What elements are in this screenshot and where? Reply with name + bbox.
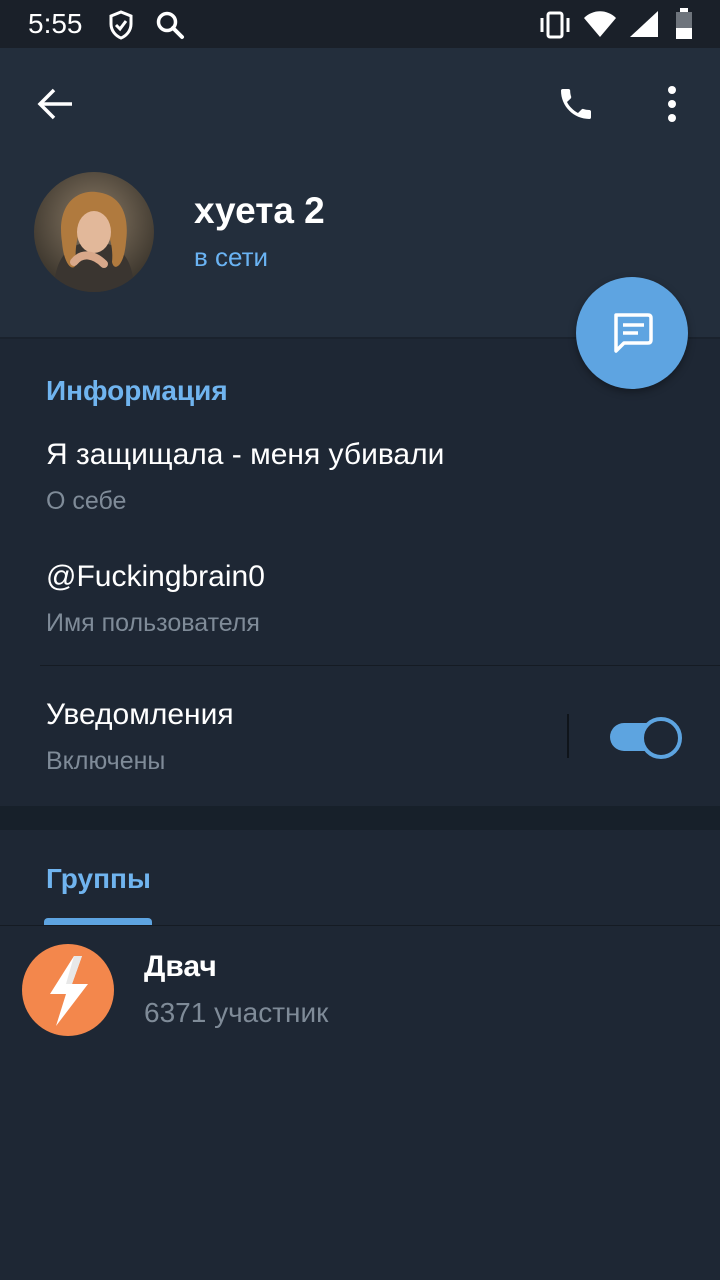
bio-label: О себе xyxy=(46,487,127,515)
divider xyxy=(40,665,720,666)
status-bar: 5:55 xyxy=(0,0,720,48)
avatar[interactable] xyxy=(34,172,154,292)
tab-groups[interactable]: Группы xyxy=(46,863,151,895)
lightning-icon xyxy=(50,956,88,1026)
search-icon xyxy=(156,11,184,39)
vibrate-icon xyxy=(540,11,570,39)
username-label: Имя пользователя xyxy=(46,609,260,637)
group-members: 6371 участник xyxy=(144,997,329,1028)
status-time: 5:55 xyxy=(28,8,83,39)
tab-divider xyxy=(0,925,720,926)
section-gap xyxy=(0,806,720,830)
send-message-button[interactable] xyxy=(576,277,688,389)
signal-icon xyxy=(630,11,658,37)
more-vertical-icon[interactable] xyxy=(662,84,682,124)
back-arrow-icon[interactable] xyxy=(36,86,76,122)
shield-icon xyxy=(109,10,133,40)
info-section-title: Информация xyxy=(46,375,228,406)
group-avatar xyxy=(22,944,114,1036)
avatar-photo xyxy=(34,172,154,292)
vertical-divider xyxy=(567,714,569,758)
username-text: @Fuckingbrain0 xyxy=(46,560,265,593)
phone-icon[interactable] xyxy=(556,84,596,124)
message-icon xyxy=(614,313,653,353)
notifications-state: Включены xyxy=(46,747,166,775)
notifications-label: Уведомления xyxy=(46,698,234,731)
online-status: в сети xyxy=(194,242,269,272)
group-name: Двач xyxy=(144,950,217,983)
toggle-knob[interactable] xyxy=(640,717,682,759)
bio-text: Я защищала - меня убивали xyxy=(46,438,445,471)
battery-icon xyxy=(676,8,692,39)
profile-name: хуета 2 xyxy=(194,190,325,231)
wifi-icon xyxy=(584,11,616,37)
